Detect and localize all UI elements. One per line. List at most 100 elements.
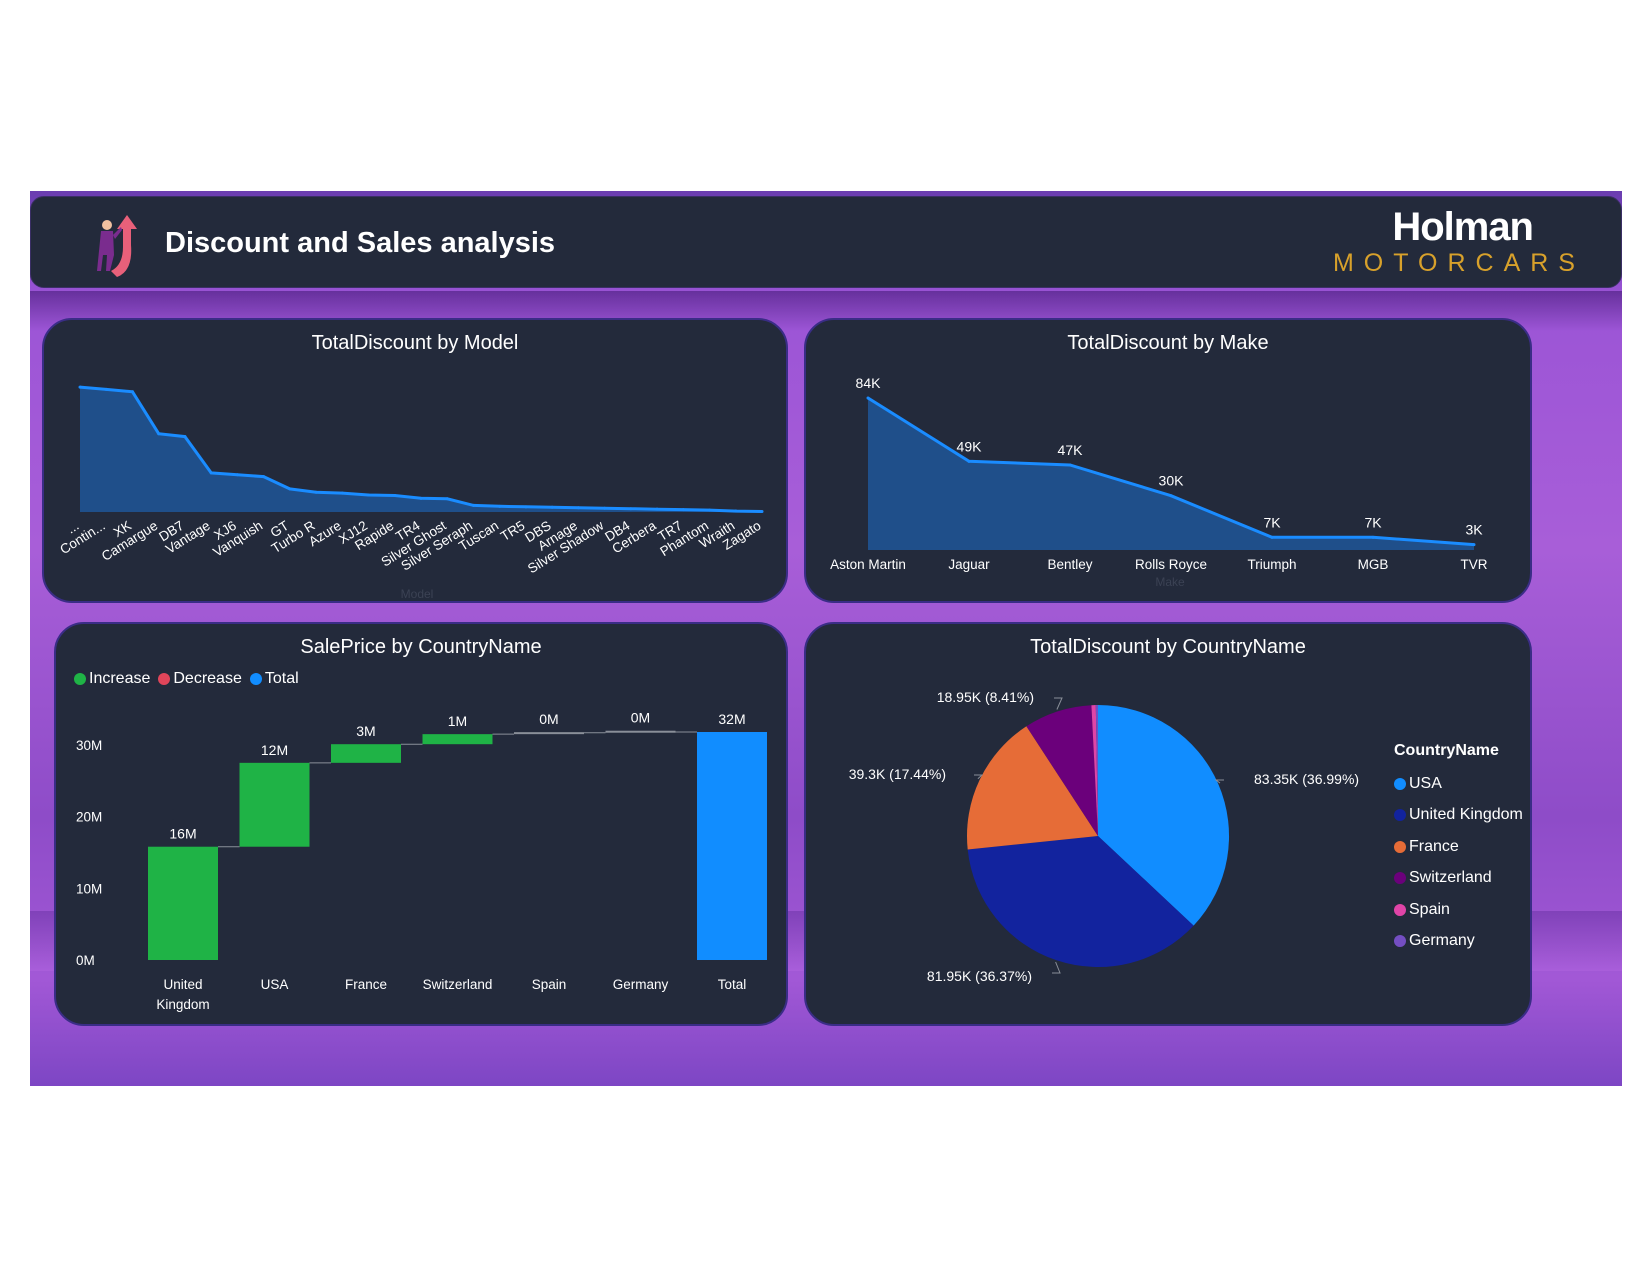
data-point [1169,494,1173,498]
make-area-chart[interactable]: 84K Aston Martin 49K Jaguar 47K Bentley 30K Rol… [806,320,1534,605]
x-tick-label: TVR [1461,557,1488,572]
data-label: 0M [631,710,650,726]
data-label: 16M [169,826,196,842]
panel-discount-pie[interactable]: TotalDiscount by CountryName 83.35K (36.… [804,622,1532,1026]
waterfall-bar [422,734,493,745]
x-tick-label: Kingdom [156,997,209,1012]
panel-saleprice-waterfall[interactable]: SalePrice by CountryName Increase Decrea… [54,622,788,1026]
data-point [471,503,475,507]
legend-label: United Kingdom [1409,806,1523,824]
data-label: 81.95K (36.37%) [927,968,1032,984]
data-point [130,390,134,394]
leader-line [1054,697,1063,710]
data-point [498,504,502,508]
data-point [524,505,528,509]
data-label: 30K [1159,473,1185,489]
data-label: 32M [718,711,745,727]
waterfall-bar [605,730,676,733]
data-label: 0M [539,711,558,727]
waterfall-bar [331,744,401,763]
data-point [78,385,82,389]
data-point [760,510,764,514]
waterfall-bar [514,732,584,735]
x-tick-label: France [345,977,387,992]
data-point [445,497,449,501]
data-point [681,508,685,512]
data-label: 3K [1465,522,1483,538]
waterfall-bar [148,846,218,960]
data-point [967,459,971,463]
panel-discount-by-make[interactable]: TotalDiscount by Make 84K Aston Martin 49K… [804,318,1532,603]
data-label: 49K [957,438,983,454]
panel-discount-by-model[interactable]: TotalDiscount by Model ... Contin... XK Cam… [42,318,788,603]
data-point [104,387,108,391]
legend-item[interactable]: Spain [1394,894,1523,926]
data-label: 83.35K (36.99%) [1254,771,1359,787]
legend-label: Switzerland [1409,869,1492,887]
legend-dot [1394,809,1406,822]
data-point [655,507,659,511]
data-point [157,432,161,436]
data-point [1068,463,1072,467]
legend-label: Spain [1409,900,1450,918]
x-axis-label: Make [1155,575,1185,589]
y-tick-label: 10M [76,881,102,896]
legend-item[interactable]: Germany [1394,926,1523,958]
legend-label: France [1409,837,1459,855]
data-point [340,491,344,495]
legend-label: Germany [1409,932,1475,950]
waterfall-bar [239,762,310,847]
data-label: 39.3K (17.44%) [849,766,946,782]
x-tick-label: Triumph [1247,557,1296,572]
data-point [183,435,187,439]
data-label: 7K [1263,514,1281,530]
data-label: 3M [356,723,375,739]
data-point [1472,543,1476,547]
data-point [629,507,633,511]
growth-arrow-person-icon [97,215,137,277]
legend-dot [1394,935,1406,948]
waterfall-chart[interactable]: 0M 10M 20M 30M 16M United Kingdom 12M USA 3M Franc… [56,624,790,1028]
x-tick-label: Aston Martin [830,557,906,572]
legend-item[interactable]: Switzerland [1394,863,1523,895]
waterfall-bar [697,732,767,960]
y-tick-label: 0M [76,953,95,968]
y-tick-label: 20M [76,810,102,825]
legend-dot [1394,840,1406,853]
data-point [235,473,239,477]
data-point [1270,535,1274,539]
data-point [419,496,423,500]
legend-item[interactable]: USA [1394,768,1523,800]
data-label: 1M [448,713,467,729]
header-bar: Discount and Sales analysis Holman MOTOR… [30,196,1622,288]
x-tick-label: Bentley [1047,557,1092,572]
x-tick-label: United [163,977,202,992]
legend-item[interactable]: France [1394,831,1523,863]
data-point [1371,535,1375,539]
x-tick-label: MGB [1358,557,1389,572]
data-point [576,506,580,510]
legend-label: USA [1409,774,1442,792]
leader-line [1052,961,1061,974]
model-area-chart[interactable]: ...Contin... XKCamargueDB7VantageXJ6Vanqu… [44,320,790,605]
x-tick-label: Switzerland [423,977,493,992]
x-tick-label: Rolls Royce [1135,557,1207,572]
data-point [550,505,554,509]
data-point [734,509,738,513]
data-point [288,487,292,491]
brand-logo-name: Holman [1392,205,1534,249]
legend-dot [1394,872,1406,885]
legend-item[interactable]: United Kingdom [1394,800,1523,832]
x-tick-label: Jaguar [948,557,990,572]
brand-logo-subtitle: MOTORCARS [1332,249,1585,277]
x-tick-label: Germany [613,977,669,992]
data-point [367,493,371,497]
data-point [314,490,318,494]
legend-dot [1394,903,1406,916]
data-point [262,475,266,479]
data-point [708,508,712,512]
page-title: Discount and Sales analysis [165,227,556,259]
data-point [393,494,397,497]
data-label: 18.95K (8.41%) [937,689,1034,705]
x-tick-label: Spain [532,977,567,992]
